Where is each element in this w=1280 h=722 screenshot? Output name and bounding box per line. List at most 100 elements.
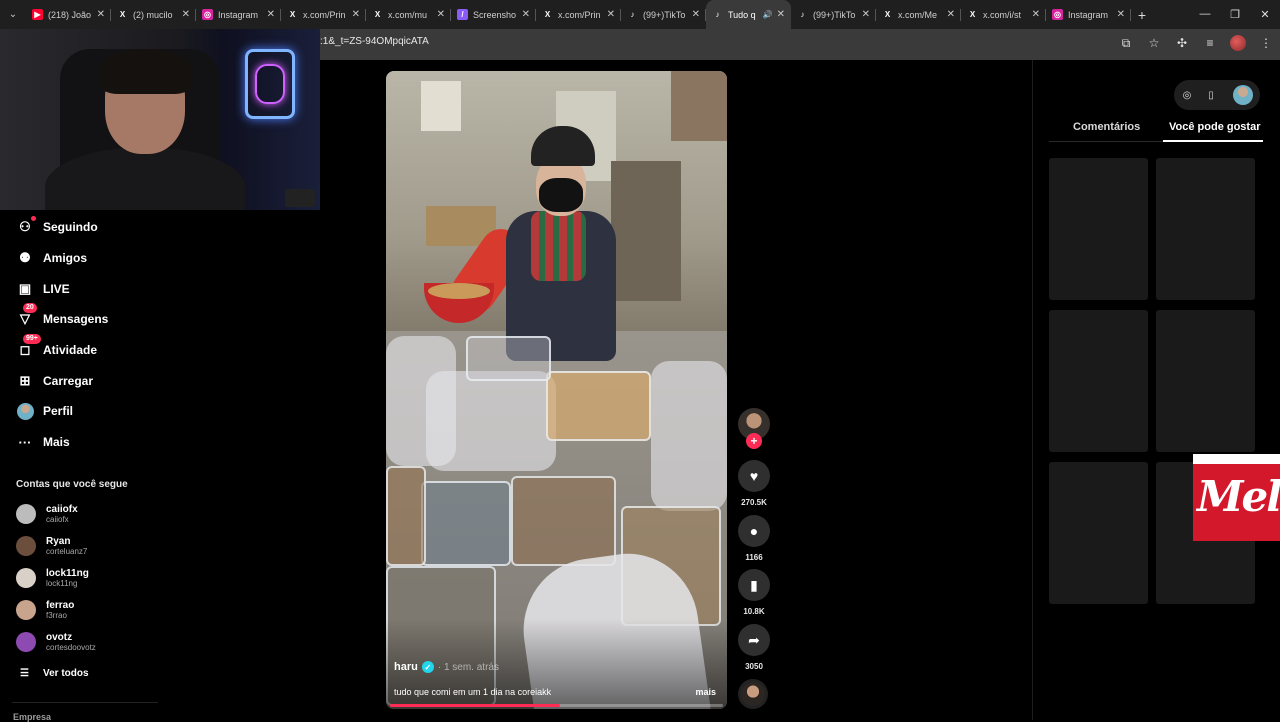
suggested-video-card[interactable] [1049, 462, 1148, 604]
video-author[interactable]: haru ✓ · 1 sem. atrás [394, 661, 499, 673]
follow-plus-button[interactable]: + [746, 433, 762, 449]
new-tab-button[interactable]: + [1131, 7, 1153, 23]
comment-button[interactable]: ● 1166 [736, 515, 772, 562]
company-link[interactable]: Empresa [13, 712, 51, 722]
account-handle: lock11ng [46, 578, 78, 588]
profile-avatar[interactable] [1230, 35, 1246, 51]
tab-comments[interactable]: Comentários [1073, 121, 1140, 133]
close-tab-icon[interactable]: ✕ [862, 9, 870, 20]
sidebar-item-carregar[interactable]: ⊞ Carregar [16, 370, 93, 392]
tab-title: x.com/i/st [983, 9, 1022, 20]
tab-title: x.com/Prin [558, 9, 601, 20]
following-account[interactable]: lock11ng lock11ng [16, 565, 89, 591]
sidebar-item-label: LIVE [43, 282, 70, 296]
panel-divider [1032, 60, 1033, 720]
following-account[interactable]: ferrao f3rrao [16, 597, 74, 623]
browser-tab[interactable]: Xx.com/Prin ✕ [281, 0, 366, 29]
live-icon: ▣ [18, 281, 32, 296]
tiktok-icon: ♪ [797, 9, 808, 20]
following-account[interactable]: Ryan corteluanz7 [16, 533, 87, 559]
video-progress-bar[interactable] [390, 704, 723, 707]
top-right-controls: ◎ ▯ [1174, 80, 1260, 110]
minimize-icon[interactable]: — [1190, 8, 1220, 21]
extensions-icon[interactable]: ✣ [1174, 36, 1190, 50]
following-accounts-title: Contas que você segue [16, 479, 128, 490]
ad-banner[interactable]: Melitta [1193, 454, 1280, 541]
phone-icon[interactable]: ▯ [1205, 90, 1217, 101]
browser-menu-icon[interactable]: ⋮ [1258, 36, 1274, 50]
x-icon: X [372, 9, 383, 20]
see-all-button[interactable]: ☰ Ver todos [20, 668, 89, 679]
suggested-video-card[interactable] [1049, 310, 1148, 452]
comment-icon: ● [738, 515, 770, 547]
browser-tab[interactable]: ◎ Instagram ✕ [1046, 0, 1131, 29]
bookmark-star-icon[interactable]: ☆ [1146, 36, 1162, 50]
tab-suggested[interactable]: Você pode gostar [1169, 121, 1260, 133]
user-avatar[interactable] [1233, 85, 1253, 105]
restore-icon[interactable]: ❐ [1220, 8, 1250, 21]
author-name[interactable]: haru [394, 661, 418, 673]
close-tab-icon[interactable]: ✕ [97, 9, 105, 20]
close-tab-icon[interactable]: ✕ [352, 9, 360, 20]
tab-title: (2) mucilo [133, 9, 173, 20]
close-window-icon[interactable]: ✕ [1250, 8, 1280, 21]
compass-icon[interactable]: ◎ [1181, 90, 1193, 101]
description-more-button[interactable]: mais [695, 687, 716, 697]
browser-tab[interactable]: / Screensho ✕ [451, 0, 536, 29]
close-tab-icon[interactable]: ✕ [522, 9, 530, 20]
close-tab-icon[interactable]: ✕ [607, 9, 615, 20]
video-player[interactable]: haru ✓ · 1 sem. atrás tudo que comi em u… [386, 71, 727, 709]
browser-tab[interactable]: ◎ Instagram ✕ [196, 0, 281, 29]
music-disc-avatar[interactable] [738, 679, 768, 709]
close-tab-icon[interactable]: ✕ [1117, 9, 1125, 20]
browser-tab[interactable]: ♪ (99+)TikTo ✕ [621, 0, 706, 29]
suggested-video-card[interactable] [1156, 310, 1255, 452]
close-tab-icon[interactable]: ✕ [182, 9, 190, 20]
close-tab-icon[interactable]: ✕ [1032, 9, 1040, 20]
save-button[interactable]: ▮ 10.8K [736, 569, 772, 616]
speaker-icon[interactable]: 🔊 [763, 10, 773, 19]
close-tab-icon[interactable]: ✕ [692, 9, 700, 20]
close-tab-icon[interactable]: ✕ [437, 9, 445, 20]
close-tab-icon[interactable]: ✕ [947, 9, 955, 20]
sidebar-item-live[interactable]: ▣ LIVE [16, 278, 70, 300]
browser-tab[interactable]: ▶ (218) João ✕ [26, 0, 111, 29]
close-tab-icon[interactable]: ✕ [777, 9, 785, 20]
suggested-video-card[interactable] [1156, 158, 1255, 300]
share-button[interactable]: ➦ 3050 [736, 624, 772, 671]
media-control-icon[interactable]: ≡ [1202, 36, 1218, 50]
list-icon: ☰ [20, 668, 29, 679]
suggested-video-card[interactable] [1049, 158, 1148, 300]
browser-tab[interactable]: Xx.com/i/st ✕ [961, 0, 1046, 29]
close-tab-icon[interactable]: ✕ [267, 9, 275, 20]
friends-icon: ⚉ [19, 250, 31, 265]
browser-tab[interactable]: X (2) mucilo ✕ [111, 0, 196, 29]
sidebar-item-perfil[interactable]: Perfil [16, 400, 73, 422]
tab-search-chevron-icon[interactable]: ⌄ [0, 0, 26, 29]
instagram-icon: ◎ [202, 9, 213, 20]
tab-title: (218) João [48, 9, 92, 20]
install-app-icon[interactable]: ⧉ [1118, 36, 1134, 51]
sidebar-item-amigos[interactable]: ⚉ Amigos [16, 247, 87, 269]
post-time: · 1 sem. atrás [437, 661, 499, 673]
like-button[interactable]: ♥ 270.5K [736, 460, 772, 507]
browser-tab[interactable]: Xx.com/Prin ✕ [536, 0, 621, 29]
account-name: ferrao [46, 599, 75, 611]
browser-tab[interactable]: ♪ (99+)TikTo ✕ [791, 0, 876, 29]
sidebar-item-seguindo[interactable]: ⚇ Seguindo [16, 216, 98, 238]
sidebar-item-atividade[interactable]: ◻ 99+ Atividade [16, 334, 97, 361]
following-account[interactable]: caiiofx caiiofx [16, 501, 78, 527]
tab-title: Tudo q [728, 9, 756, 20]
sidebar-item-mensagens[interactable]: ▽ 20 Mensagens [16, 303, 108, 330]
browser-tab[interactable]: Xx.com/mu ✕ [366, 0, 451, 29]
account-name: Ryan [46, 535, 71, 547]
activity-icon: ◻ 99+ [16, 334, 41, 359]
sidebar-item-mais[interactable]: ··· Mais [16, 431, 70, 453]
following-account[interactable]: ovotz cortesdoovotz [16, 629, 96, 655]
browser-tab[interactable]: ♪ Tudo q 🔊 ✕ [706, 0, 791, 29]
sidebar-item-label: Amigos [43, 251, 88, 265]
tab-title: x.com/Prin [303, 9, 346, 20]
share-count: 3050 [745, 662, 763, 671]
address-bar-text[interactable]: :1&_t=ZS-94OMpqicATA [320, 36, 429, 47]
browser-tab[interactable]: Xx.com/Me ✕ [876, 0, 961, 29]
